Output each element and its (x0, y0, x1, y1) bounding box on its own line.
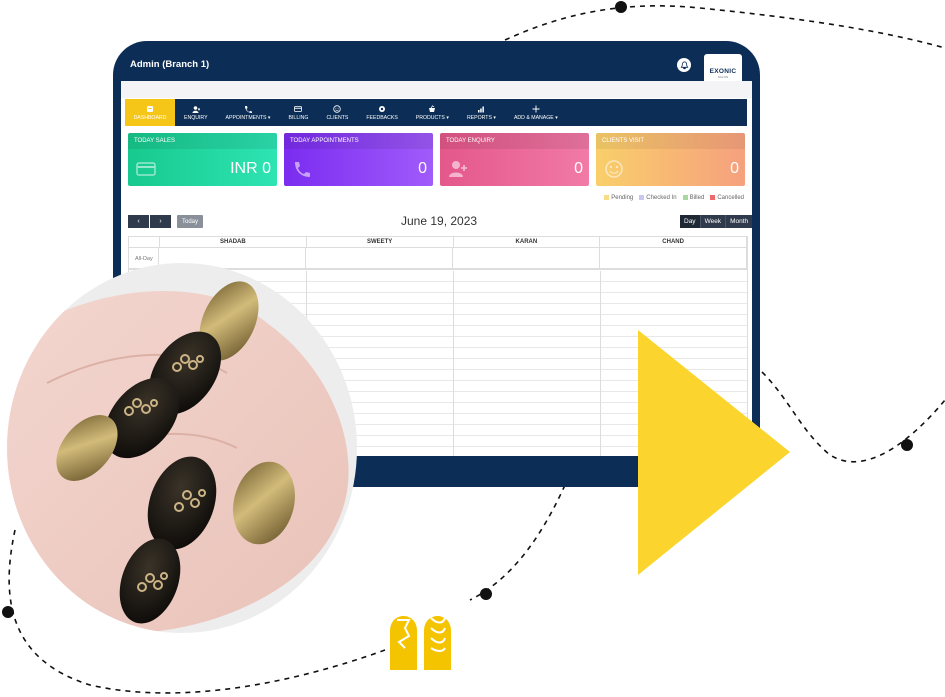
card-value: 0 (730, 160, 739, 177)
nav-item-label: REPORTS ▾ (466, 114, 496, 121)
nav-item-clients[interactable]: CLIENTS (317, 99, 357, 126)
nav-item-reports[interactable]: REPORTS ▾ (458, 99, 505, 126)
nail-art-photo (7, 263, 357, 633)
logo-text: EXONIC (709, 67, 737, 75)
prev-button[interactable]: ‹ (128, 215, 149, 228)
nav-item-label: ENQUIRY (184, 114, 208, 121)
calendar-date-title: June 19, 2023 (401, 214, 478, 228)
notification-bell-icon[interactable] (677, 58, 691, 72)
view-switcher: Day Week Month (680, 215, 752, 228)
nav-item-appointments[interactable]: APPOINTMENTS ▾ (217, 99, 280, 126)
main-navbar: DASHBOARD ENQUIRY APPOINTMENTS ▾ BILLING CLI… (125, 99, 747, 126)
view-day-button[interactable]: Day (680, 215, 701, 228)
branch-title: Admin (Branch 1) (130, 59, 210, 70)
nav-item-add-&-manage[interactable]: ADD & MANAGE ▾ (505, 99, 567, 126)
column-header: SWEETY (307, 237, 454, 247)
view-month-button[interactable]: Month (726, 215, 752, 228)
smiley-icon (605, 160, 623, 178)
path-dot (901, 439, 913, 451)
path-dot (480, 588, 492, 600)
column-header: KARAN (454, 237, 601, 247)
app-header: Admin (Branch 1) EXONIC SALON (113, 41, 760, 92)
column-header: SHADAB (160, 237, 307, 247)
nav-item-feedbacks[interactable]: FEEDBACKS (357, 99, 406, 126)
column-header: CHAND (600, 237, 747, 247)
gear-icon (379, 105, 386, 112)
card-title: TODAY SALES (128, 133, 277, 149)
legend-checked-in: Checked In (639, 195, 677, 201)
card-icon (294, 105, 303, 112)
nail-art-icon (390, 616, 451, 670)
phone-icon (295, 162, 310, 177)
next-button[interactable]: › (150, 215, 171, 228)
allday-slot[interactable] (306, 248, 453, 268)
card-today-enquiry[interactable]: TODAY ENQUIRY 0 (440, 133, 589, 186)
nav-item-label: CLIENTS (326, 114, 349, 121)
nav-item-enquiry[interactable]: ENQUIRY (175, 99, 217, 126)
card-value: INR 0 (230, 160, 271, 177)
nav-item-label: ADD & MANAGE ▾ (513, 114, 558, 121)
chart-icon (478, 106, 485, 112)
card-title: TODAY ENQUIRY (440, 133, 589, 149)
smiley-icon (333, 104, 342, 113)
nav-item-billing[interactable]: BILLING (280, 99, 318, 126)
credit-card-icon (136, 162, 156, 176)
cart-icon (429, 104, 436, 112)
card-title: CLIENTS VISIT (596, 133, 745, 149)
legend-cancelled: Cancelled (710, 195, 744, 201)
nav-item-products[interactable]: PRODUCTS ▾ (407, 99, 458, 126)
card-clients-visit[interactable]: CLIENTS VISIT 0 (596, 133, 745, 186)
grid-header: SHADAB SWEETY KARAN CHAND (129, 237, 747, 248)
phone-icon (245, 105, 253, 113)
plus-icon (532, 105, 540, 112)
card-value: 0 (418, 160, 427, 177)
top-strip (121, 81, 752, 98)
dashboard-icon (147, 105, 153, 112)
nav-item-label: BILLING (288, 114, 309, 121)
nav-item-label: PRODUCTS ▾ (415, 114, 449, 121)
allday-row: All-Day (129, 248, 747, 270)
nav-item-dashboard[interactable]: DASHBOARD (125, 99, 175, 126)
user-add-icon (449, 161, 467, 177)
allday-slot[interactable] (600, 248, 747, 268)
view-week-button[interactable]: Week (700, 215, 727, 228)
status-legend: Pending Checked In Billed Cancelled (604, 195, 744, 201)
card-title: TODAY APPOINTMENTS (284, 133, 433, 149)
card-today-appointments[interactable]: TODAY APPOINTMENTS 0 (284, 133, 433, 186)
legend-pending: Pending (604, 195, 633, 201)
path-dot (2, 606, 14, 618)
path-dot (615, 1, 627, 13)
nav-item-label: DASHBOARD (133, 114, 167, 121)
nav-item-label: FEEDBACKS (366, 114, 398, 121)
logo-subtext: SALON (717, 74, 729, 79)
legend-billed: Billed (682, 195, 704, 201)
nav-item-label: APPOINTMENTS ▾ (225, 114, 271, 121)
play-triangle-shape (638, 330, 790, 575)
allday-slot[interactable] (453, 248, 600, 268)
today-button[interactable]: Today (177, 215, 203, 228)
user-add-icon (192, 105, 200, 113)
card-today-sales[interactable]: TODAY SALES INR 0 (128, 133, 277, 186)
card-value: 0 (574, 160, 583, 177)
